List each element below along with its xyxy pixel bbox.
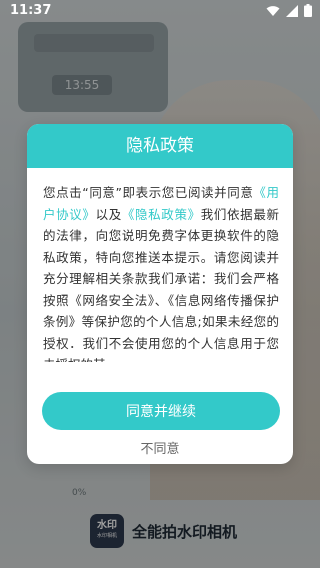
dialog-body-text: 您点击“同意”即表示您已阅读并同意《用户协议》以及《隐私政策》我们依据最新的法律… bbox=[43, 182, 279, 362]
battery-icon bbox=[304, 4, 312, 17]
wifi-icon bbox=[266, 5, 280, 16]
body-text-main: 我们依据最新的法律，向您说明免费字体更换软件的隐私政策，特向您推送本提示。请您阅… bbox=[43, 206, 279, 363]
decline-button[interactable]: 不同意 bbox=[27, 435, 293, 459]
signal-icon bbox=[286, 4, 298, 17]
agree-continue-button[interactable]: 同意并继续 bbox=[42, 392, 280, 430]
status-icons bbox=[266, 4, 312, 17]
body-text-intro: 您点击“同意”即表示您已阅读并同意 bbox=[43, 185, 254, 200]
privacy-policy-link[interactable]: 《隐私政策》 bbox=[122, 207, 201, 222]
body-text-and: 以及 bbox=[95, 206, 122, 222]
dialog-title: 隐私政策 bbox=[27, 124, 293, 168]
status-time: 11:37 bbox=[10, 3, 52, 18]
privacy-policy-dialog: 隐私政策 您点击“同意”即表示您已阅读并同意《用户协议》以及《隐私政策》我们依据… bbox=[27, 124, 293, 464]
status-bar: 11:37 bbox=[0, 0, 320, 22]
